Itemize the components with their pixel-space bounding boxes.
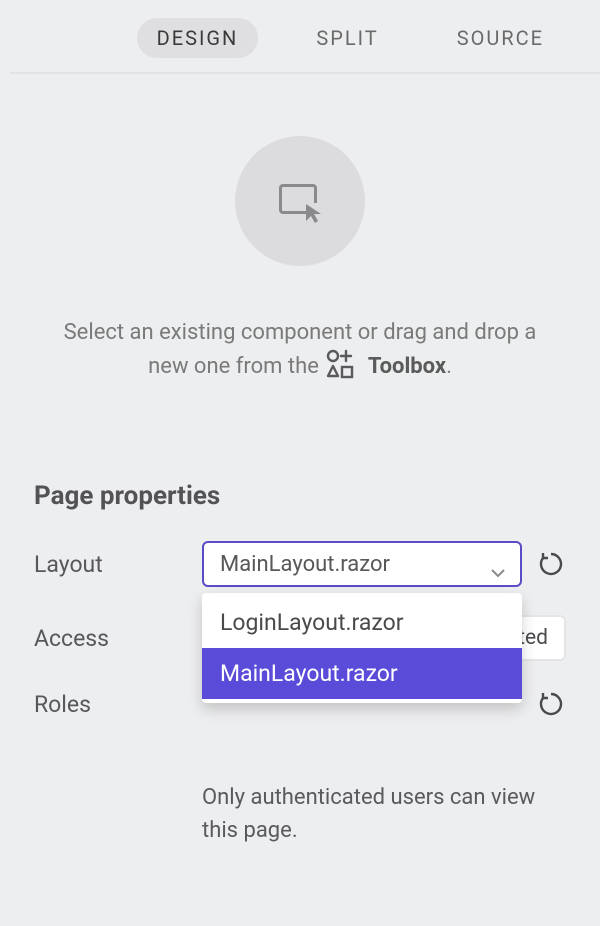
chevron-down-icon (490, 559, 506, 569)
layout-option-main[interactable]: MainLayout.razor (202, 648, 522, 699)
tab-design[interactable]: DESIGN (137, 18, 259, 58)
tab-source[interactable]: SOURCE (437, 18, 564, 58)
toolbox-icon (326, 349, 358, 389)
layout-option-login[interactable]: LoginLayout.razor (202, 597, 522, 648)
tab-split[interactable]: SPLIT (296, 18, 398, 58)
roles-label: Roles (34, 691, 202, 718)
access-label: Access (34, 625, 202, 652)
layout-dropdown: LoginLayout.razor MainLayout.razor (202, 593, 522, 703)
layout-reset-button[interactable] (536, 549, 566, 579)
hint-toolbox-word: Toolbox (368, 354, 446, 379)
empty-canvas-placeholder (235, 136, 365, 266)
cursor-icon (304, 202, 326, 224)
refresh-icon (538, 551, 564, 577)
layout-select[interactable]: MainLayout.razor (202, 541, 522, 587)
layout-label: Layout (34, 551, 202, 578)
view-tabs: DESIGN SPLIT SOURCE (0, 0, 600, 72)
access-help-text: Only authenticated users can view this p… (202, 781, 562, 847)
hint-text-1: Select an existing component or drag and… (64, 320, 537, 379)
page-properties-heading: Page properties (34, 481, 566, 511)
layout-select-value: MainLayout.razor (220, 552, 390, 577)
canvas-hint: Select an existing component or drag and… (42, 316, 558, 389)
roles-reset-button[interactable] (536, 689, 566, 719)
hint-dot: . (446, 354, 452, 379)
access-pill-text: ted (518, 626, 548, 650)
refresh-icon (538, 691, 564, 717)
